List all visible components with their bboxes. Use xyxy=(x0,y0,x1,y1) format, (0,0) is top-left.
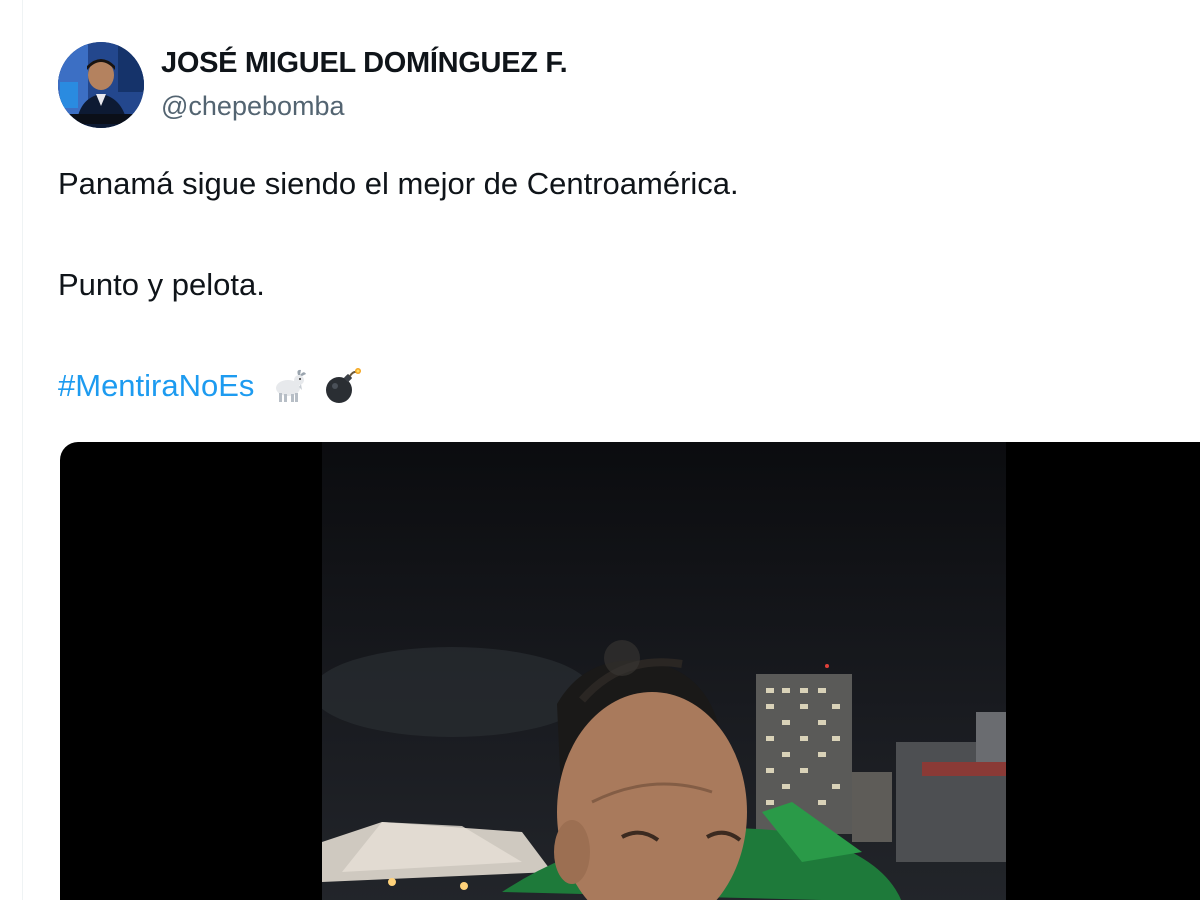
tweet-text-line: Panamá sigue siendo el mejor de Centroam… xyxy=(58,166,739,201)
avatar[interactable] xyxy=(58,42,144,128)
video-thumbnail[interactable] xyxy=(322,442,1006,900)
avatar-image xyxy=(58,42,144,128)
hashtag-link[interactable]: #MentiraNoEs xyxy=(58,366,254,406)
tweet-text-line: Punto y pelota. xyxy=(58,267,265,302)
tweet-hashtag-line: #MentiraNoEs xyxy=(58,366,362,406)
tweet[interactable]: JOSÉ MIGUEL DOMÍNGUEZ F. @chepebomba Pan… xyxy=(0,0,1200,900)
author-display-name[interactable]: JOSÉ MIGUEL DOMÍNGUEZ F. xyxy=(161,44,568,82)
tweet-media[interactable] xyxy=(60,442,1200,900)
author-handle[interactable]: @chepebomba xyxy=(161,88,567,124)
tweet-author[interactable]: JOSÉ MIGUEL DOMÍNGUEZ F. @chepebomba xyxy=(161,44,568,124)
bomb-emoji xyxy=(322,366,362,406)
goat-emoji xyxy=(268,366,308,406)
